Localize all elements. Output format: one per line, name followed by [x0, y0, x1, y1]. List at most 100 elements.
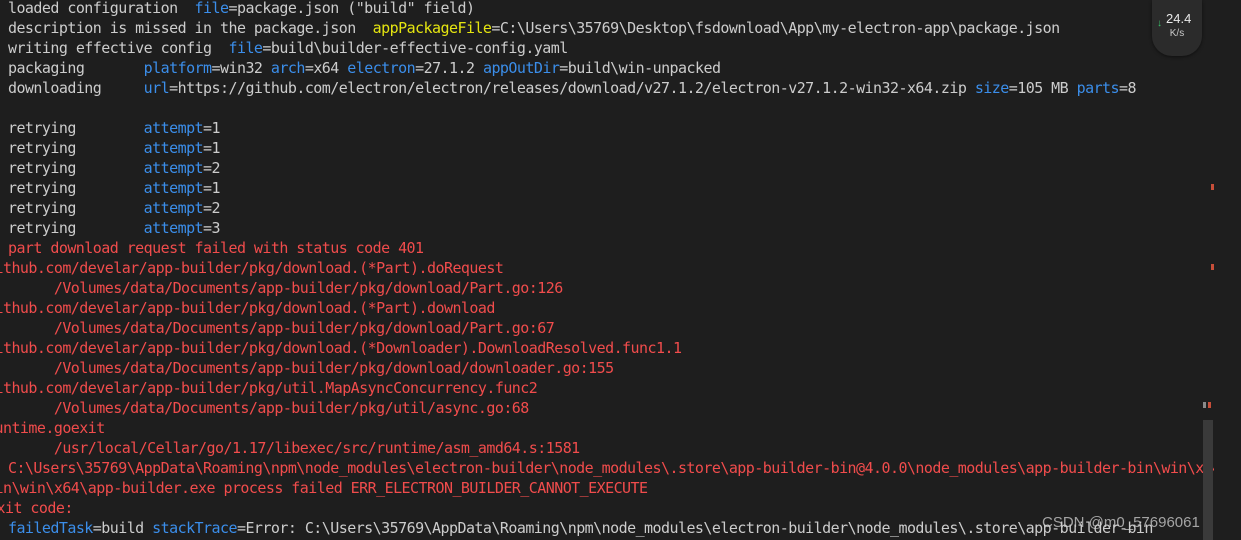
- log-text: •: [0, 0, 8, 17]
- log-text: •: [0, 519, 8, 537]
- log-text: writing effective config: [7, 39, 229, 57]
- log-text: =build\builder-effective-config.yaml: [262, 39, 568, 57]
- log-text: =1: [203, 119, 221, 137]
- log-text: retrying: [7, 139, 144, 157]
- overview-ruler-error-mark: [1211, 264, 1214, 270]
- log-text: =x64: [304, 59, 348, 77]
- terminal-line: runtime.goexit: [0, 418, 105, 438]
- terminal-line: Exit code:: [0, 498, 73, 518]
- log-text: ⨯ C:\Users\35769\AppData\Roaming\npm\nod…: [0, 459, 1214, 477]
- log-text: =1: [203, 139, 221, 157]
- log-text: =build\win-unpacked: [559, 59, 721, 77]
- log-text: ⨯ part download request failed with stat…: [0, 239, 424, 257]
- log-field-key: file: [194, 0, 229, 17]
- terminal-line: • failedTask=build stackTrace=Error: C:\…: [0, 518, 1153, 538]
- log-text: =win32: [211, 59, 271, 77]
- log-text: •: [0, 139, 8, 157]
- terminal-line: ⨯ part download request failed with stat…: [0, 238, 424, 258]
- network-speed-widget[interactable]: ↓ 24.4 K/s: [1152, 0, 1202, 56]
- terminal-line: • writing effective config file=build\bu…: [0, 38, 568, 58]
- log-text: loaded configuration: [7, 0, 195, 17]
- log-text: =build: [92, 519, 153, 537]
- watermark: CSDN @m0_57696061: [1042, 514, 1200, 531]
- log-field-key: attempt: [143, 139, 204, 157]
- log-text: /Volumes/data/Documents/app-builder/pkg/…: [0, 359, 614, 377]
- network-speed-value: 24.4: [1166, 11, 1192, 26]
- log-text: Exit code:: [0, 499, 73, 517]
- log-text: retrying: [7, 199, 144, 217]
- log-text: /usr/local/Cellar/go/1.17/libexec/src/ru…: [0, 439, 580, 457]
- log-text: •: [0, 179, 8, 197]
- log-field-key: attempt: [143, 219, 204, 237]
- terminal-line: /Volumes/data/Documents/app-builder/pkg/…: [0, 358, 614, 378]
- terminal-line: /Volumes/data/Documents/app-builder/pkg/…: [0, 398, 529, 418]
- log-field-key: failedTask: [7, 519, 93, 537]
- log-text: description is missed in the package.jso…: [7, 19, 373, 37]
- log-text: •: [0, 199, 8, 217]
- terminal-line: /Volumes/data/Documents/app-builder/pkg/…: [0, 318, 555, 338]
- terminal-line: bin\win\x64\app-builder.exe process fail…: [0, 478, 648, 498]
- terminal-line: • retrying attempt=1: [0, 138, 221, 158]
- log-field-key: stackTrace: [152, 519, 237, 537]
- log-text: =1: [203, 179, 221, 197]
- terminal-line: /usr/local/Cellar/go/1.17/libexec/src/ru…: [0, 438, 580, 458]
- log-field-key: platform: [143, 59, 212, 77]
- log-text: /Volumes/data/Documents/app-builder/pkg/…: [0, 319, 555, 337]
- log-text: •: [0, 219, 8, 237]
- terminal-output[interactable]: • loaded configuration file=package.json…: [0, 0, 1214, 540]
- log-text: packaging: [7, 59, 144, 77]
- log-text: •: [0, 39, 8, 57]
- overview-ruler-mark: [1203, 402, 1206, 408]
- terminal-line: github.com/develar/app-builder/pkg/downl…: [0, 298, 495, 318]
- terminal-line: github.com/develar/app-builder/pkg/util.…: [0, 378, 538, 398]
- terminal-line: • retrying attempt=1: [0, 178, 221, 198]
- terminal-line: • downloading url=https://github.com/ele…: [0, 78, 1137, 98]
- log-field-key: electron: [347, 59, 416, 77]
- log-text: retrying: [7, 159, 144, 177]
- log-text: retrying: [7, 179, 144, 197]
- log-field-key: file: [228, 39, 263, 57]
- log-text: =https://github.com/electron/electron/re…: [169, 79, 975, 97]
- log-text: runtime.goexit: [0, 419, 105, 437]
- terminal-line: github.com/develar/app-builder/pkg/downl…: [0, 338, 682, 358]
- log-text: =package.json ("build" field): [228, 0, 475, 17]
- log-text: github.com/develar/app-builder/pkg/util.…: [0, 379, 538, 397]
- scrollbar-thumb[interactable]: [1203, 420, 1213, 540]
- log-text: •: [0, 119, 8, 137]
- terminal-scrollbar[interactable]: [1214, 0, 1226, 540]
- log-text: bin\win\x64\app-builder.exe process fail…: [0, 479, 648, 497]
- log-text: github.com/develar/app-builder/pkg/downl…: [0, 259, 504, 277]
- log-text: /Volumes/data/Documents/app-builder/pkg/…: [0, 279, 563, 297]
- log-text: github.com/develar/app-builder/pkg/downl…: [0, 339, 682, 357]
- terminal-line: • retrying attempt=3: [0, 218, 221, 238]
- terminal-line: • packaging platform=win32 arch=x64 elec…: [0, 58, 721, 78]
- log-text: /Volumes/data/Documents/app-builder/pkg/…: [0, 399, 529, 417]
- log-text: github.com/develar/app-builder/pkg/downl…: [0, 299, 495, 317]
- log-text: retrying: [7, 219, 144, 237]
- terminal-line: • retrying attempt=1: [0, 118, 221, 138]
- terminal-line: • retrying attempt=2: [0, 158, 221, 178]
- log-field-key: appPackageFile: [372, 19, 492, 37]
- log-text: =27.1.2: [415, 59, 483, 77]
- log-field-key: appOutDir: [482, 59, 560, 77]
- log-text: =C:\Users\35769\Desktop\fsdownload\App\m…: [491, 19, 1060, 37]
- terminal-line: ⨯ C:\Users\35769\AppData\Roaming\npm\nod…: [0, 458, 1214, 478]
- log-text: downloading: [7, 79, 144, 97]
- log-field-key: size: [974, 79, 1009, 97]
- log-text: =2: [203, 159, 221, 177]
- log-field-key: attempt: [143, 179, 204, 197]
- log-text: =8: [1119, 79, 1137, 97]
- log-field-key: parts: [1076, 79, 1120, 97]
- log-field-key: attempt: [143, 199, 204, 217]
- terminal-line: github.com/develar/app-builder/pkg/downl…: [0, 258, 504, 278]
- terminal-line: • loaded configuration file=package.json…: [0, 0, 475, 18]
- log-text: retrying: [7, 119, 144, 137]
- overview-ruler-error-mark: [1208, 402, 1211, 408]
- log-text: •: [0, 79, 8, 97]
- log-field-key: attempt: [143, 119, 204, 137]
- log-text: •: [0, 159, 8, 177]
- log-field-key: arch: [270, 59, 305, 77]
- overview-ruler-error-mark: [1211, 184, 1214, 190]
- terminal-line: /Volumes/data/Documents/app-builder/pkg/…: [0, 278, 563, 298]
- log-text: =3: [203, 219, 221, 237]
